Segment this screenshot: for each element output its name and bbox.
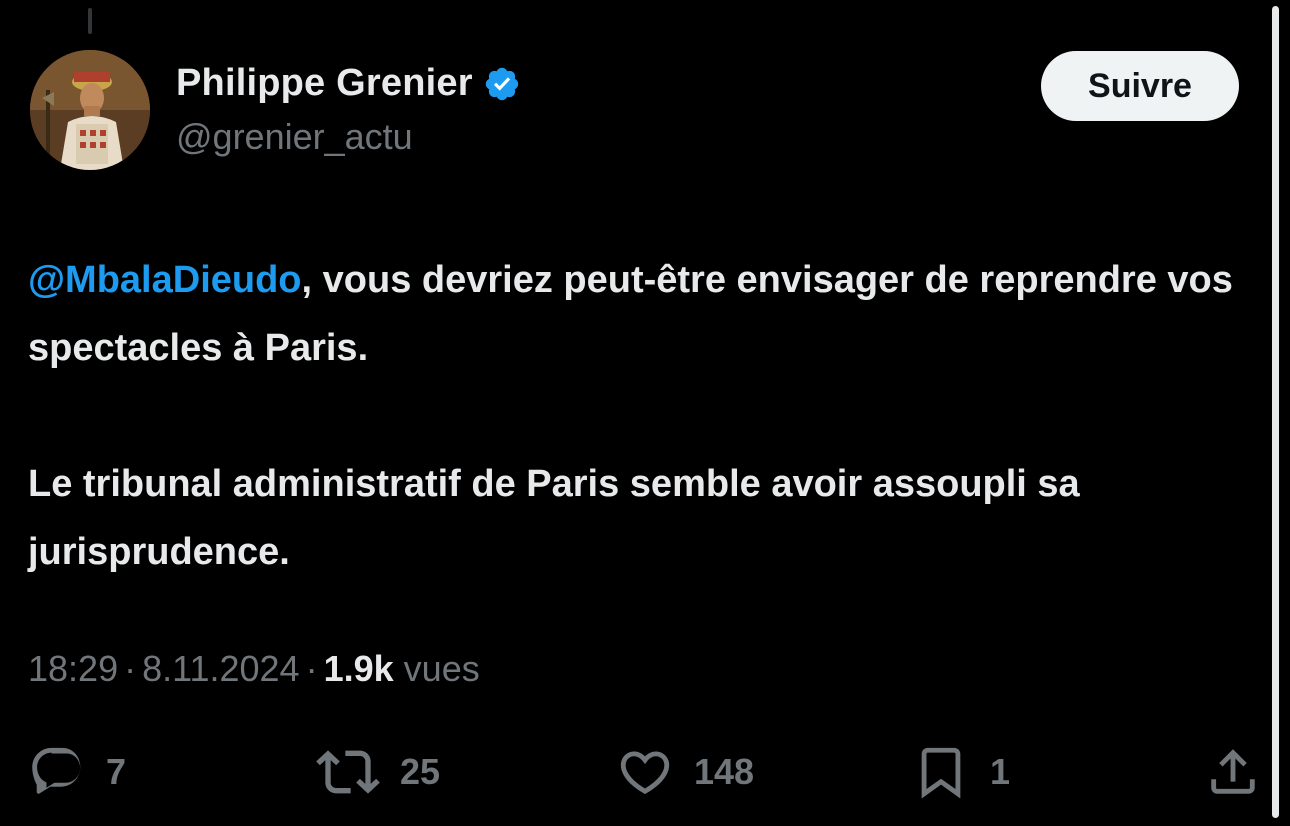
bookmark-count: 1 [990,751,1011,792]
like-count: 148 [694,751,755,792]
bookmark-icon [921,747,961,799]
retweet-icon [316,750,380,794]
share-icon [1211,749,1255,794]
tweet-date[interactable]: 8.11.2024 [142,648,299,689]
reply-icon [32,747,81,794]
reply-count: 7 [106,751,127,792]
tweet-text: @MbalaDieudo, vous devriez peut-être env… [28,246,1260,586]
tweet-paragraph-1: @MbalaDieudo, vous devriez peut-être env… [28,246,1260,382]
reply-button[interactable]: 7 [28,740,126,804]
views-count: 1.9k [323,648,394,689]
meta-separator: · [305,648,318,689]
like-button[interactable]: 148 [616,740,754,804]
tweet-time[interactable]: 18:29 [28,648,118,689]
avatar[interactable] [30,50,150,170]
action-bar: 7 25 148 1 [0,740,1290,804]
tweet-metadata: 18:29 · 8.11.2024 · 1.9k vues [28,648,480,690]
meta-separator: · [124,648,137,689]
scrollbar[interactable] [1272,6,1279,818]
follow-button[interactable]: Suivre [1041,51,1239,121]
bookmark-button[interactable]: 1 [912,740,1010,804]
author-name[interactable]: Philippe Grenier [176,62,521,105]
mention-link[interactable]: @MbalaDieudo [28,259,302,301]
thread-connector-line [88,8,92,34]
author-name-text: Philippe Grenier [176,62,473,104]
retweet-button[interactable]: 25 [316,740,440,804]
retweet-count: 25 [400,751,441,792]
views-label: vues [403,648,480,689]
verified-badge-icon [483,65,521,103]
tweet-paragraph-2: Le tribunal administratif de Paris sembl… [28,463,1080,573]
author-handle[interactable]: @grenier_actu [176,116,413,158]
portrait-avatar-image [30,50,150,170]
share-button[interactable] [1204,740,1262,804]
heart-icon [620,751,670,795]
